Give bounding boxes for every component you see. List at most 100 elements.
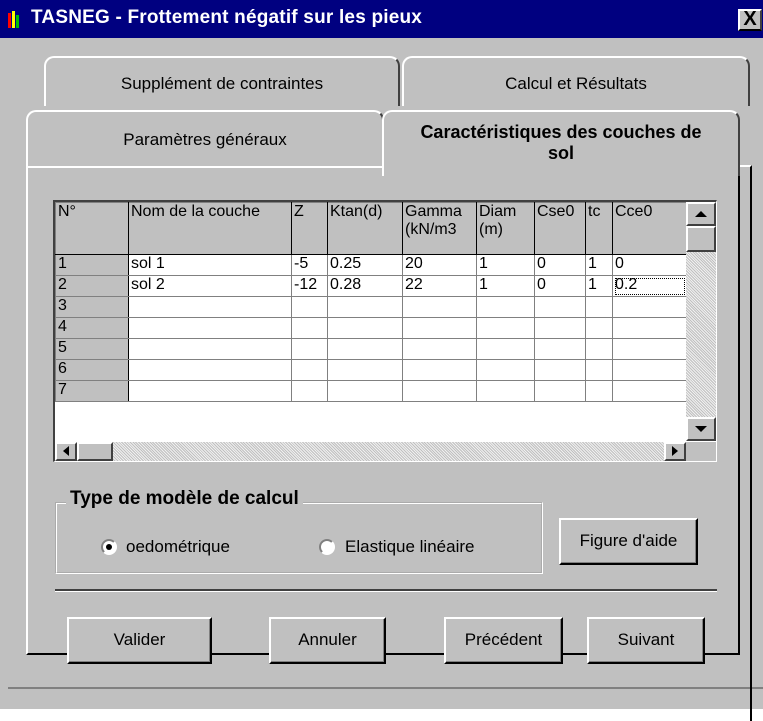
grid-cell[interactable] [534,317,586,339]
grid-cell[interactable] [476,359,535,381]
grid-cell[interactable] [585,380,613,402]
grid-cell[interactable]: -5 [291,254,328,276]
grid-cell[interactable] [476,338,535,360]
grid-cell[interactable] [534,359,586,381]
grid-cell[interactable] [612,359,687,381]
grid-cell[interactable] [476,317,535,339]
grid-cell[interactable] [585,317,613,339]
hscroll-thumb[interactable] [77,442,113,461]
grid-cell[interactable]: 1 [585,254,613,276]
horizontal-scrollbar[interactable] [55,442,686,461]
cancel-button[interactable]: Annuler [269,617,386,664]
row-number-cell[interactable]: 6 [55,359,129,381]
grid-cell[interactable] [128,338,292,360]
tab-calcul-resultats[interactable]: Calcul et Résultats [402,56,750,106]
grid-cell[interactable]: 0 [534,275,586,297]
column-header[interactable]: Cce0 [612,202,687,255]
scroll-right-button[interactable] [664,442,686,461]
grid-cell[interactable]: 0 [534,254,586,276]
grid-cell[interactable]: 1 [476,254,535,276]
grid-cell[interactable] [534,380,586,402]
grid-cell[interactable] [291,317,328,339]
grid-cell[interactable] [128,296,292,318]
grid-cell[interactable] [128,359,292,381]
grid-cell[interactable] [327,359,403,381]
next-button[interactable]: Suivant [587,617,705,664]
close-button[interactable]: X [738,9,762,31]
row-number-cell[interactable]: 3 [55,296,129,318]
grid-cell[interactable] [402,359,477,381]
grid-cell[interactable]: sol 1 [128,254,292,276]
grid-cell[interactable] [585,296,613,318]
grid-cell[interactable] [612,296,687,318]
tab-caracteristiques-couches[interactable]: Caractéristiques des couches de sol [382,110,740,176]
grid-cell[interactable] [585,359,613,381]
column-header[interactable]: Cse0 [534,202,586,255]
row-number-cell[interactable]: 4 [55,317,129,339]
grid-cell[interactable] [476,380,535,402]
grid-cell[interactable] [402,296,477,318]
grid-cell[interactable] [327,296,403,318]
grid-cell[interactable] [291,359,328,381]
tab-label: Calcul et Résultats [505,74,647,93]
grid-cell[interactable]: 0 [612,254,687,276]
radio-elastique-lineaire[interactable] [319,539,335,555]
title-bar: TASNEG - Frottement négatif sur les pieu… [0,0,763,38]
column-header[interactable]: tc [585,202,613,255]
scroll-up-button[interactable] [686,202,716,226]
arrow-up-icon [695,211,707,217]
row-number-cell[interactable]: 1 [55,254,129,276]
grid-cell[interactable] [612,380,687,402]
radio-label-oedometrique[interactable]: oedométrique [126,537,230,557]
window-title: TASNEG - Frottement négatif sur les pieu… [31,7,423,28]
grid-cell[interactable] [612,317,687,339]
grid-cell[interactable]: 1 [476,275,535,297]
grid-cell[interactable]: 20 [402,254,477,276]
grid-cell[interactable] [327,380,403,402]
grid-cell[interactable] [291,380,328,402]
grid-cell[interactable] [327,338,403,360]
row-number-cell[interactable]: 5 [55,338,129,360]
grid-cell[interactable]: 1 [585,275,613,297]
column-header[interactable]: Ktan(d) [327,202,403,255]
grid-cell[interactable]: 22 [402,275,477,297]
validate-button[interactable]: Valider [67,617,212,664]
grid-cell[interactable]: -12 [291,275,328,297]
previous-button[interactable]: Précédent [444,617,563,664]
column-header[interactable]: Diam (m) [476,202,535,255]
grid-cell[interactable] [612,338,687,360]
radio-oedometrique[interactable] [101,539,117,555]
scroll-down-button[interactable] [686,417,716,441]
column-header[interactable]: Gamma (kN/m3 [402,202,477,255]
arrow-right-icon [672,446,678,456]
grid-cell[interactable] [128,380,292,402]
grid-cell[interactable]: sol 2 [128,275,292,297]
grid-cell[interactable] [534,338,586,360]
grid-cell[interactable] [402,338,477,360]
radio-label-elastique-lineaire[interactable]: Elastique linéaire [345,537,474,557]
grid-cell[interactable] [476,296,535,318]
tab-supplement-contraintes[interactable]: Supplément de contraintes [44,56,400,106]
scroll-left-button[interactable] [55,442,77,461]
grid-cell[interactable] [585,338,613,360]
grid-cell[interactable] [534,296,586,318]
vertical-scrollbar[interactable] [686,202,716,441]
grid-cell[interactable]: 0.28 [327,275,403,297]
column-header[interactable]: N° [55,202,129,255]
grid-cell[interactable] [291,338,328,360]
grid-cell[interactable]: 0.2 [612,275,687,297]
grid-cell[interactable] [128,317,292,339]
column-header[interactable]: Z [291,202,328,255]
grid-cell[interactable] [402,317,477,339]
grid-cell[interactable] [402,380,477,402]
help-figure-button[interactable]: Figure d'aide [559,518,698,565]
row-number-cell[interactable]: 7 [55,380,129,402]
grid-cell[interactable] [291,296,328,318]
row-number-cell[interactable]: 2 [55,275,129,297]
scroll-thumb[interactable] [686,226,716,252]
grid-cell[interactable]: 0.25 [327,254,403,276]
column-header[interactable]: Nom de la couche [128,202,292,255]
soil-layers-grid[interactable]: N° Nom de la couche Z Ktan(d) Gamma (kN/m… [53,200,717,462]
tab-parametres-generaux[interactable]: Paramètres généraux [26,110,384,166]
grid-cell[interactable] [327,317,403,339]
